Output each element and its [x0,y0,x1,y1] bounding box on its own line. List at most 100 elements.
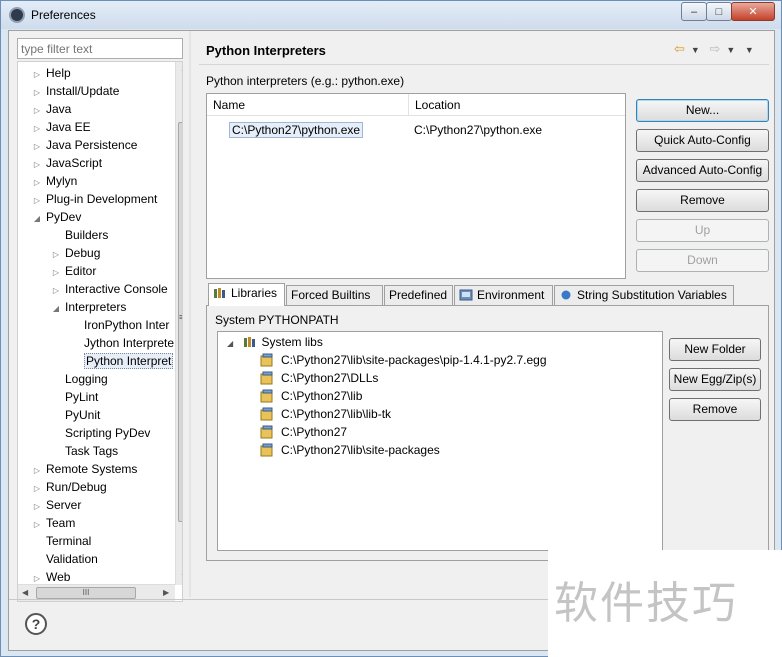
tree-expand-arrow-icon[interactable]: ▷ [51,264,61,282]
tab-string-substitution-label: String Substitution Variables [577,288,727,302]
tree-item[interactable]: ▷ Help [32,64,71,82]
tree-item[interactable]: PyUnit [51,406,100,424]
tab-libraries[interactable]: Libraries [208,283,285,306]
remove-interpreter-button[interactable]: Remove [636,189,769,212]
tree-item[interactable]: ▷ Java Persistence [32,136,137,154]
tree-item[interactable]: IronPython Inter [70,316,169,334]
title-bar[interactable]: Preferences – □ ✕ [1,1,781,29]
maximize-button[interactable]: □ [706,2,732,21]
tree-expand-arrow-icon[interactable]: ▷ [32,120,42,138]
new-egg-zip-button[interactable]: New Egg/Zip(s) [669,368,761,391]
tab-predefined-label: Predefined [389,288,448,302]
tab-string-substitution-variables[interactable]: String Substitution Variables [554,285,734,306]
tree-expand-arrow-icon[interactable]: ▷ [32,462,42,480]
tree-expand-arrow-icon[interactable]: ▷ [32,84,42,102]
quick-auto-config-button[interactable]: Quick Auto-Config [636,129,769,152]
scroll-left-icon[interactable]: ◀ [22,588,28,597]
filter-input[interactable] [17,38,183,59]
tree-item-label: JavaScript [46,156,103,170]
library-path-item[interactable]: C:\Python27\lib\site-packages [281,441,440,459]
tree-expand-arrow-icon[interactable]: ▷ [32,156,42,174]
tree-item[interactable]: ▷ Run/Debug [32,478,107,496]
tree-expand-arrow-icon[interactable]: ▷ [32,516,42,534]
tree-item[interactable]: ▷ Install/Update [32,82,119,100]
system-libs-node[interactable]: ◢ System libs [227,333,323,351]
tree-item[interactable]: Validation [32,550,98,568]
tree-item[interactable]: Jython Interprete [70,334,174,352]
library-path-item[interactable]: C:\Python27\lib\lib-tk [281,405,391,423]
tree-item[interactable]: Terminal [32,532,91,550]
minimize-button[interactable]: – [681,2,707,21]
tree-item[interactable]: ▷ Java [32,100,71,118]
back-arrow-icon[interactable]: ⇦ [674,41,685,56]
tree-item[interactable]: ▷ Debug [51,244,100,262]
tree-item[interactable]: ▷ Java EE [32,118,91,136]
tree-expand-arrow-icon[interactable]: ▷ [51,282,61,300]
expanded-arrow-icon[interactable]: ◢ [227,339,233,348]
tree-item[interactable]: Task Tags [51,442,118,460]
move-down-button[interactable]: Down [636,249,769,272]
library-folder-icon [260,371,273,385]
tree-vertical-scrollbar[interactable]: ▲ ≡ ▼ [175,62,182,585]
new-folder-button[interactable]: New Folder [669,338,761,361]
tree-item[interactable]: Python Interpret [70,352,174,370]
tree-item[interactable]: ◢ PyDev [32,208,81,226]
tree-item[interactable]: ◢ Interpreters [51,298,126,316]
library-path-item[interactable]: C:\Python27 [281,423,347,441]
tree-expand-arrow-icon[interactable]: ▷ [32,66,42,84]
interpreter-location-cell[interactable]: C:\Python27\python.exe [414,121,542,139]
view-menu-chevron-icon[interactable]: ▼ [745,45,754,55]
library-folder-icon [260,407,273,421]
tree-item[interactable]: ▷ Interactive Console [51,280,168,298]
forward-arrow-icon[interactable]: ⇨ [709,41,720,56]
forward-menu-chevron-icon[interactable]: ▼ [726,45,735,55]
new-interpreter-button[interactable]: New... [636,99,769,122]
tree-expand-arrow-icon[interactable]: ▷ [32,498,42,516]
tree-expand-arrow-icon[interactable]: ▷ [32,138,42,156]
tree-item[interactable]: ▷ Mylyn [32,172,77,190]
close-button[interactable]: ✕ [731,2,775,21]
help-icon[interactable]: ? [25,613,47,635]
advanced-auto-config-button[interactable]: Advanced Auto-Config [636,159,769,182]
tab-predefined[interactable]: Predefined [384,285,453,306]
tree-expand-arrow-icon[interactable]: ▷ [51,246,61,264]
move-up-button[interactable]: Up [636,219,769,242]
tree-expand-arrow-icon[interactable]: ▷ [32,174,42,192]
scroll-up-icon[interactable]: ▲ [180,64,182,73]
tree-item-label: Python Interpret [84,353,174,369]
scroll-right-icon[interactable]: ▶ [163,588,169,597]
tab-forced-builtins[interactable]: Forced Builtins [286,285,383,306]
tree-item[interactable]: Logging [51,370,108,388]
tab-environment[interactable]: Environment [454,285,553,306]
tree-item[interactable]: ▷ Plug-in Development [32,190,157,208]
tree-expand-arrow-icon[interactable]: ◢ [51,300,61,318]
tree-scroll-thumb[interactable] [178,122,182,522]
scroll-grip-icon: ≡ [179,312,182,322]
tree-expand-arrow-icon[interactable]: ▷ [32,102,42,120]
tree-item[interactable]: ▷ JavaScript [32,154,102,172]
pane-sash[interactable] [189,31,191,597]
tree-item-label: Team [46,516,76,530]
tree-item[interactable]: Scripting PyDev [51,424,150,442]
tree-hscroll-thumb[interactable]: III [36,587,136,599]
interpreter-name: C:\Python27\python.exe [229,122,364,138]
tree-expand-arrow-icon[interactable]: ▷ [32,192,42,210]
tree-expand-arrow-icon[interactable]: ◢ [32,210,42,228]
library-path-item[interactable]: C:\Python27\lib\site-packages\pip-1.4.1-… [281,351,547,369]
remove-library-button[interactable]: Remove [669,398,761,421]
tab-environment-label: Environment [477,288,545,302]
back-menu-chevron-icon[interactable]: ▼ [691,45,700,55]
column-header-location[interactable]: Location [409,94,625,116]
column-header-name[interactable]: Name [207,94,409,116]
tree-item[interactable]: ▷ Editor [51,262,96,280]
tree-item[interactable]: PyLint [51,388,98,406]
tree-expand-arrow-icon[interactable]: ▷ [32,480,42,498]
tree-item[interactable]: ▷ Remote Systems [32,460,137,478]
scroll-down-icon[interactable]: ▼ [180,572,182,581]
interpreter-name-cell[interactable]: C:\Python27\python.exe [229,121,364,139]
library-path-item[interactable]: C:\Python27\lib [281,387,362,405]
tree-item[interactable]: ▷ Team [32,514,75,532]
library-path-item[interactable]: C:\Python27\DLLs [281,369,378,387]
tree-item[interactable]: ▷ Server [32,496,81,514]
tree-item[interactable]: Builders [51,226,108,244]
